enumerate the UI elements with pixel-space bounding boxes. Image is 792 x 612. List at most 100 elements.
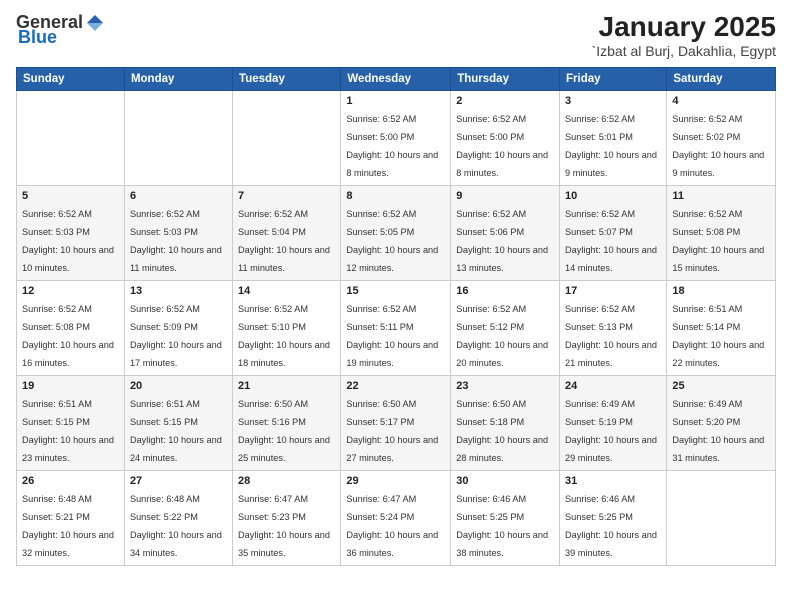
day-cell-2-5: 17 Sunrise: 6:52 AMSunset: 5:13 PMDaylig… xyxy=(560,280,667,375)
day-info: Sunrise: 6:52 AMSunset: 5:10 PMDaylight:… xyxy=(238,304,330,368)
day-number: 27 xyxy=(130,475,227,487)
day-number: 29 xyxy=(346,475,445,487)
day-info: Sunrise: 6:50 AMSunset: 5:18 PMDaylight:… xyxy=(456,399,548,463)
day-cell-1-2: 7 Sunrise: 6:52 AMSunset: 5:04 PMDayligh… xyxy=(233,185,341,280)
day-cell-2-0: 12 Sunrise: 6:52 AMSunset: 5:08 PMDaylig… xyxy=(17,280,125,375)
day-number: 24 xyxy=(565,380,661,392)
week-row-4: 26 Sunrise: 6:48 AMSunset: 5:21 PMDaylig… xyxy=(17,470,776,565)
header: General Blue January 2025 `Izbat al Burj… xyxy=(16,12,776,59)
day-info: Sunrise: 6:52 AMSunset: 5:02 PMDaylight:… xyxy=(672,114,764,178)
day-cell-1-3: 8 Sunrise: 6:52 AMSunset: 5:05 PMDayligh… xyxy=(341,185,451,280)
day-number: 30 xyxy=(456,475,554,487)
day-cell-2-4: 16 Sunrise: 6:52 AMSunset: 5:12 PMDaylig… xyxy=(451,280,560,375)
day-info: Sunrise: 6:52 AMSunset: 5:03 PMDaylight:… xyxy=(22,209,114,273)
day-info: Sunrise: 6:52 AMSunset: 5:08 PMDaylight:… xyxy=(672,209,764,273)
day-info: Sunrise: 6:52 AMSunset: 5:01 PMDaylight:… xyxy=(565,114,657,178)
header-monday: Monday xyxy=(124,67,232,90)
header-tuesday: Tuesday xyxy=(233,67,341,90)
header-thursday: Thursday xyxy=(451,67,560,90)
day-cell-3-0: 19 Sunrise: 6:51 AMSunset: 5:15 PMDaylig… xyxy=(17,375,125,470)
day-cell-2-6: 18 Sunrise: 6:51 AMSunset: 5:14 PMDaylig… xyxy=(667,280,776,375)
week-row-3: 19 Sunrise: 6:51 AMSunset: 5:15 PMDaylig… xyxy=(17,375,776,470)
weekday-header-row: Sunday Monday Tuesday Wednesday Thursday… xyxy=(17,67,776,90)
calendar-table: Sunday Monday Tuesday Wednesday Thursday… xyxy=(16,67,776,566)
day-number: 14 xyxy=(238,285,335,297)
logo-blue: Blue xyxy=(18,27,57,48)
day-cell-0-5: 3 Sunrise: 6:52 AMSunset: 5:01 PMDayligh… xyxy=(560,90,667,185)
day-info: Sunrise: 6:47 AMSunset: 5:24 PMDaylight:… xyxy=(346,494,438,558)
day-number: 17 xyxy=(565,285,661,297)
day-info: Sunrise: 6:48 AMSunset: 5:22 PMDaylight:… xyxy=(130,494,222,558)
day-info: Sunrise: 6:52 AMSunset: 5:11 PMDaylight:… xyxy=(346,304,438,368)
day-cell-3-3: 22 Sunrise: 6:50 AMSunset: 5:17 PMDaylig… xyxy=(341,375,451,470)
day-info: Sunrise: 6:52 AMSunset: 5:06 PMDaylight:… xyxy=(456,209,548,273)
day-info: Sunrise: 6:48 AMSunset: 5:21 PMDaylight:… xyxy=(22,494,114,558)
day-info: Sunrise: 6:46 AMSunset: 5:25 PMDaylight:… xyxy=(565,494,657,558)
week-row-0: 1 Sunrise: 6:52 AMSunset: 5:00 PMDayligh… xyxy=(17,90,776,185)
day-info: Sunrise: 6:52 AMSunset: 5:04 PMDaylight:… xyxy=(238,209,330,273)
day-info: Sunrise: 6:52 AMSunset: 5:07 PMDaylight:… xyxy=(565,209,657,273)
day-info: Sunrise: 6:52 AMSunset: 5:13 PMDaylight:… xyxy=(565,304,657,368)
day-info: Sunrise: 6:49 AMSunset: 5:20 PMDaylight:… xyxy=(672,399,764,463)
day-cell-4-1: 27 Sunrise: 6:48 AMSunset: 5:22 PMDaylig… xyxy=(124,470,232,565)
day-cell-3-2: 21 Sunrise: 6:50 AMSunset: 5:16 PMDaylig… xyxy=(233,375,341,470)
day-cell-4-6 xyxy=(667,470,776,565)
day-cell-0-4: 2 Sunrise: 6:52 AMSunset: 5:00 PMDayligh… xyxy=(451,90,560,185)
day-info: Sunrise: 6:50 AMSunset: 5:17 PMDaylight:… xyxy=(346,399,438,463)
day-number: 2 xyxy=(456,95,554,107)
day-info: Sunrise: 6:51 AMSunset: 5:15 PMDaylight:… xyxy=(130,399,222,463)
day-number: 10 xyxy=(565,190,661,202)
day-cell-0-2 xyxy=(233,90,341,185)
day-info: Sunrise: 6:52 AMSunset: 5:09 PMDaylight:… xyxy=(130,304,222,368)
day-cell-3-1: 20 Sunrise: 6:51 AMSunset: 5:15 PMDaylig… xyxy=(124,375,232,470)
day-info: Sunrise: 6:51 AMSunset: 5:15 PMDaylight:… xyxy=(22,399,114,463)
day-number: 19 xyxy=(22,380,119,392)
day-cell-3-4: 23 Sunrise: 6:50 AMSunset: 5:18 PMDaylig… xyxy=(451,375,560,470)
day-cell-1-6: 11 Sunrise: 6:52 AMSunset: 5:08 PMDaylig… xyxy=(667,185,776,280)
day-cell-4-0: 26 Sunrise: 6:48 AMSunset: 5:21 PMDaylig… xyxy=(17,470,125,565)
day-info: Sunrise: 6:50 AMSunset: 5:16 PMDaylight:… xyxy=(238,399,330,463)
day-number: 25 xyxy=(672,380,770,392)
week-row-1: 5 Sunrise: 6:52 AMSunset: 5:03 PMDayligh… xyxy=(17,185,776,280)
day-info: Sunrise: 6:52 AMSunset: 5:08 PMDaylight:… xyxy=(22,304,114,368)
day-info: Sunrise: 6:51 AMSunset: 5:14 PMDaylight:… xyxy=(672,304,764,368)
day-number: 21 xyxy=(238,380,335,392)
day-info: Sunrise: 6:52 AMSunset: 5:12 PMDaylight:… xyxy=(456,304,548,368)
day-cell-0-3: 1 Sunrise: 6:52 AMSunset: 5:00 PMDayligh… xyxy=(341,90,451,185)
day-number: 3 xyxy=(565,95,661,107)
day-number: 8 xyxy=(346,190,445,202)
day-number: 9 xyxy=(456,190,554,202)
day-number: 15 xyxy=(346,285,445,297)
day-number: 12 xyxy=(22,285,119,297)
title-block: January 2025 `Izbat al Burj, Dakahlia, E… xyxy=(592,12,776,59)
calendar-subtitle: `Izbat al Burj, Dakahlia, Egypt xyxy=(592,43,776,59)
day-number: 1 xyxy=(346,95,445,107)
day-info: Sunrise: 6:47 AMSunset: 5:23 PMDaylight:… xyxy=(238,494,330,558)
day-cell-1-1: 6 Sunrise: 6:52 AMSunset: 5:03 PMDayligh… xyxy=(124,185,232,280)
day-number: 18 xyxy=(672,285,770,297)
header-sunday: Sunday xyxy=(17,67,125,90)
day-cell-4-3: 29 Sunrise: 6:47 AMSunset: 5:24 PMDaylig… xyxy=(341,470,451,565)
day-cell-1-4: 9 Sunrise: 6:52 AMSunset: 5:06 PMDayligh… xyxy=(451,185,560,280)
logo: General Blue xyxy=(16,12,107,48)
day-cell-2-2: 14 Sunrise: 6:52 AMSunset: 5:10 PMDaylig… xyxy=(233,280,341,375)
day-cell-2-3: 15 Sunrise: 6:52 AMSunset: 5:11 PMDaylig… xyxy=(341,280,451,375)
day-info: Sunrise: 6:46 AMSunset: 5:25 PMDaylight:… xyxy=(456,494,548,558)
week-row-2: 12 Sunrise: 6:52 AMSunset: 5:08 PMDaylig… xyxy=(17,280,776,375)
header-wednesday: Wednesday xyxy=(341,67,451,90)
day-info: Sunrise: 6:52 AMSunset: 5:00 PMDaylight:… xyxy=(456,114,548,178)
day-cell-2-1: 13 Sunrise: 6:52 AMSunset: 5:09 PMDaylig… xyxy=(124,280,232,375)
header-friday: Friday xyxy=(560,67,667,90)
day-cell-4-5: 31 Sunrise: 6:46 AMSunset: 5:25 PMDaylig… xyxy=(560,470,667,565)
day-cell-1-5: 10 Sunrise: 6:52 AMSunset: 5:07 PMDaylig… xyxy=(560,185,667,280)
day-info: Sunrise: 6:52 AMSunset: 5:00 PMDaylight:… xyxy=(346,114,438,178)
day-info: Sunrise: 6:52 AMSunset: 5:03 PMDaylight:… xyxy=(130,209,222,273)
day-number: 4 xyxy=(672,95,770,107)
day-cell-1-0: 5 Sunrise: 6:52 AMSunset: 5:03 PMDayligh… xyxy=(17,185,125,280)
day-number: 26 xyxy=(22,475,119,487)
day-cell-3-5: 24 Sunrise: 6:49 AMSunset: 5:19 PMDaylig… xyxy=(560,375,667,470)
page: General Blue January 2025 `Izbat al Burj… xyxy=(0,0,792,612)
day-number: 5 xyxy=(22,190,119,202)
day-number: 22 xyxy=(346,380,445,392)
day-number: 16 xyxy=(456,285,554,297)
